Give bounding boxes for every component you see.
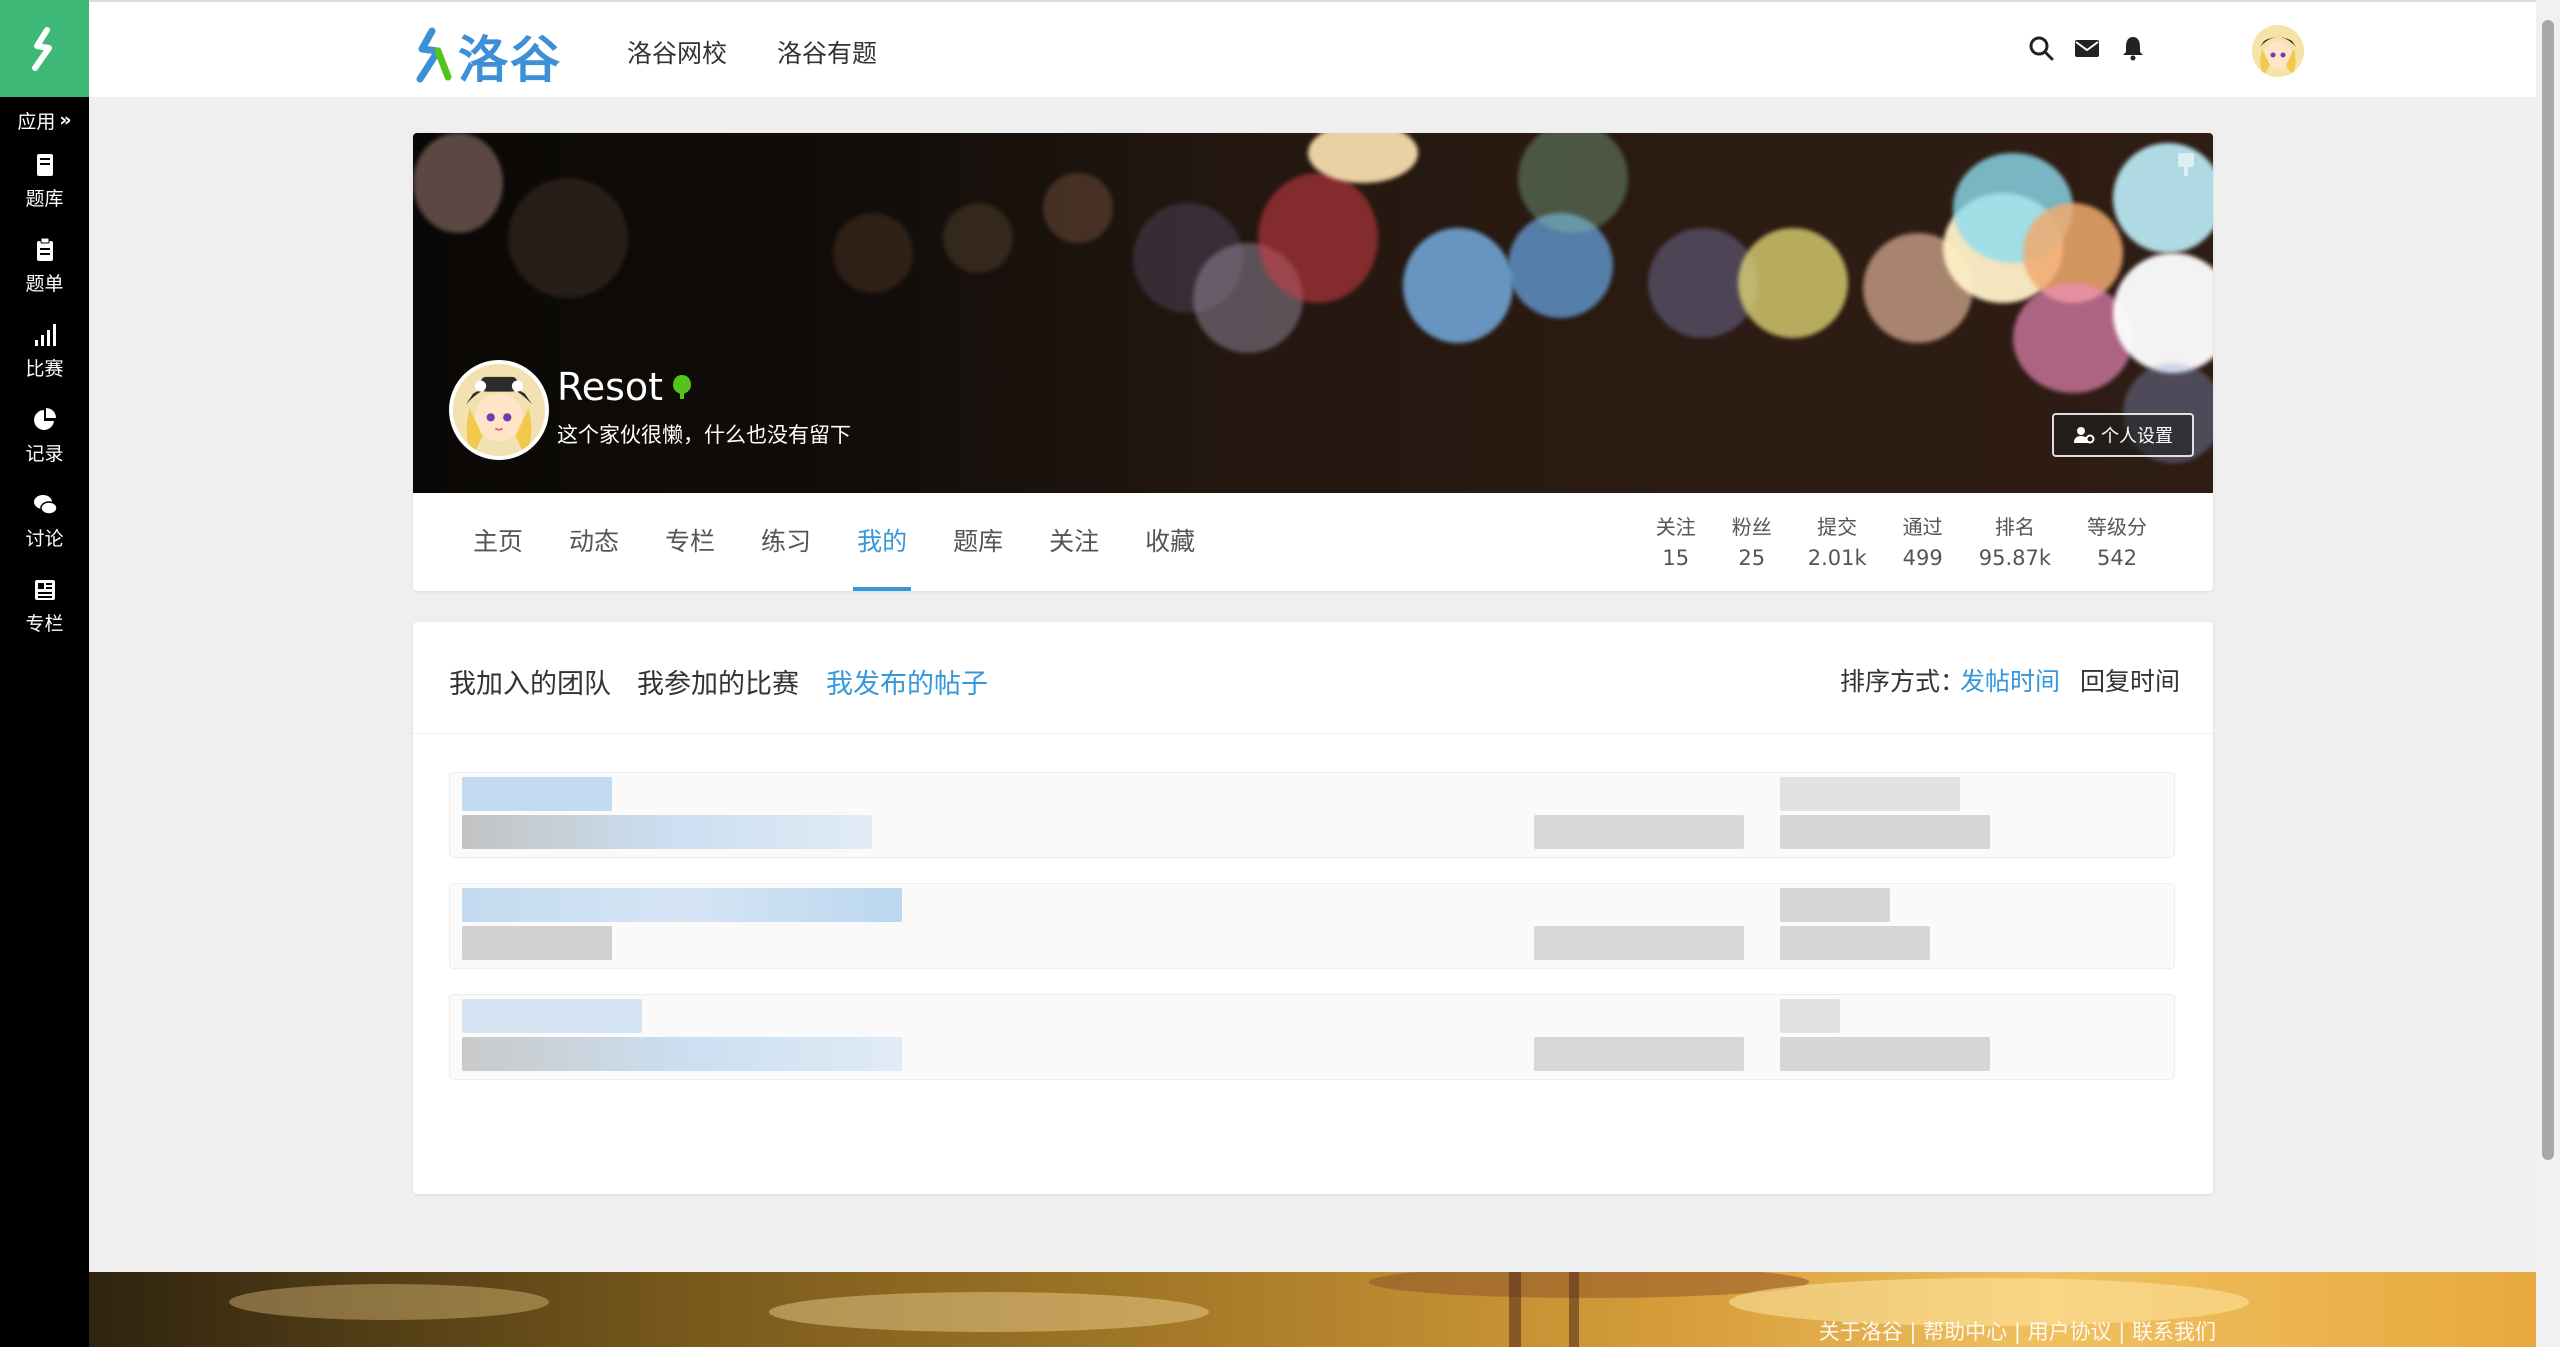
bar-chart-icon xyxy=(34,324,56,346)
nav-link-online-school[interactable]: 洛谷网校 xyxy=(627,34,727,70)
nav-link-youti[interactable]: 洛谷有题 xyxy=(777,34,877,70)
stat-submissions: 提交 2.01k xyxy=(1790,511,1885,570)
profile-stats: 关注 15 粉丝 25 提交 2.01k 通过 499 排名 95.87k 等级… xyxy=(1638,511,2165,570)
book-icon xyxy=(36,154,53,176)
stat-following[interactable]: 关注 15 xyxy=(1638,511,1714,570)
profile-signature: 这个家伙很懒，什么也没有留下 xyxy=(557,423,851,447)
user-avatar-menu[interactable] xyxy=(2252,25,2304,77)
stat-label: 排名 xyxy=(1994,515,2035,539)
luogu-mark-icon xyxy=(416,27,452,83)
pie-chart-icon xyxy=(33,408,56,430)
tab-problemset[interactable]: 题库 xyxy=(953,493,1003,591)
site-logo-text: 洛谷 xyxy=(458,31,562,89)
sort-by-post-time[interactable]: 发帖时间 xyxy=(1960,662,2060,698)
bell-icon[interactable] xyxy=(2119,34,2147,62)
stat-value: 542 xyxy=(2096,546,2138,570)
my-content-card: 我加入的团队 我参加的比赛 我发布的帖子 排序方式： 发帖时间 回复时间 xyxy=(413,622,2213,1194)
stat-value: 95.87k xyxy=(1978,546,2051,570)
tab-columns[interactable]: 专栏 xyxy=(665,493,715,591)
stat-value: 15 xyxy=(1662,546,1690,570)
pin-icon[interactable] xyxy=(2175,151,2197,177)
tab-my-teams[interactable]: 我加入的团队 xyxy=(449,662,611,701)
footer: 关于洛谷 | 帮助中心 | 用户协议 | 联系我们 xyxy=(89,1272,2536,1347)
stat-accepted: 通过 499 xyxy=(1885,511,1961,570)
profile-tabs: 主页 动态 专栏 练习 我的 题库 关注 收藏 xyxy=(473,493,1241,591)
stat-label: 提交 xyxy=(1817,515,1858,539)
sidebar-item-discuss[interactable]: 讨论 xyxy=(0,492,89,572)
profile-avatar xyxy=(449,360,549,460)
tab-following[interactable]: 关注 xyxy=(1049,493,1099,591)
stat-followers[interactable]: 粉丝 25 xyxy=(1714,511,1790,570)
tab-practice[interactable]: 练习 xyxy=(761,493,811,591)
mail-icon[interactable] xyxy=(2073,34,2101,62)
tab-mine[interactable]: 我的 xyxy=(853,493,912,591)
newspaper-icon xyxy=(34,580,55,600)
sidebar-item-problem-lists[interactable]: 题单 xyxy=(0,237,89,317)
profile-banner: Resot 这个家伙很懒，什么也没有留下 个人设置 xyxy=(413,133,2213,493)
green-badge-icon[interactable] xyxy=(671,373,693,401)
sidebar-item-contests[interactable]: 比赛 xyxy=(0,322,89,402)
username-text: Resot xyxy=(557,365,664,409)
sidebar-item-label: 题单 xyxy=(25,273,64,295)
stat-value: 2.01k xyxy=(1807,546,1867,570)
personal-settings-label: 个人设置 xyxy=(2101,426,2173,447)
profile-username: Resot xyxy=(557,365,693,409)
sidebar-item-label: 题库 xyxy=(25,188,64,210)
luogu-logo-icon[interactable] xyxy=(0,0,89,97)
tab-home[interactable]: 主页 xyxy=(473,493,523,591)
clipboard-icon xyxy=(36,237,53,261)
stat-value: 499 xyxy=(1902,546,1943,570)
post-list-item[interactable] xyxy=(449,883,2175,969)
comments-icon xyxy=(33,495,58,515)
tab-my-posts[interactable]: 我发布的帖子 xyxy=(826,662,988,701)
stat-label: 等级分 xyxy=(2087,515,2147,539)
left-sidebar: 应用 » 题库 题单 比赛 记录 讨论 专栏 xyxy=(0,0,89,1347)
scrollbar-thumb[interactable] xyxy=(2542,20,2554,1160)
sidebar-item-problems[interactable]: 题库 xyxy=(0,152,89,232)
sidebar-item-columns[interactable]: 专栏 xyxy=(0,577,89,657)
sort-by-reply-time[interactable]: 回复时间 xyxy=(2080,662,2180,698)
sidebar-item-records[interactable]: 记录 xyxy=(0,407,89,487)
sidebar-item-label: 记录 xyxy=(25,443,64,465)
profile-card: Resot 这个家伙很懒，什么也没有留下 个人设置 主页 动态 专栏 练习 我的… xyxy=(413,133,2213,591)
tab-favorites[interactable]: 收藏 xyxy=(1145,493,1195,591)
user-gear-icon xyxy=(2074,427,2095,444)
stat-value: 25 xyxy=(1738,546,1766,570)
stat-ranking: 排名 95.87k xyxy=(1961,511,2069,570)
page-scrollbar[interactable] xyxy=(2536,0,2560,1347)
search-icon[interactable] xyxy=(2027,34,2055,62)
stat-rating: 等级分 542 xyxy=(2069,511,2165,570)
sidebar-apps-label: 应用 xyxy=(17,110,56,133)
tab-my-contests[interactable]: 我参加的比赛 xyxy=(637,662,799,701)
stat-label: 通过 xyxy=(1902,515,1943,539)
site-logo[interactable]: 洛谷 xyxy=(410,20,562,92)
tab-activity[interactable]: 动态 xyxy=(569,493,619,591)
post-list-item[interactable] xyxy=(449,994,2175,1080)
post-list-item[interactable] xyxy=(449,772,2175,858)
top-header: 洛谷 洛谷网校 洛谷有题 xyxy=(89,0,2536,97)
personal-settings-button[interactable]: 个人设置 xyxy=(2052,413,2194,457)
content-tabs-bar: 我加入的团队 我参加的比赛 我发布的帖子 排序方式： 发帖时间 回复时间 xyxy=(413,622,2213,734)
sidebar-apps-toggle[interactable]: 应用 » xyxy=(0,104,89,136)
sidebar-item-label: 讨论 xyxy=(25,528,64,550)
double-chevron-right-icon: » xyxy=(59,109,72,131)
sidebar-item-label: 专栏 xyxy=(25,613,64,635)
sort-label: 排序方式： xyxy=(1840,667,1966,696)
stat-label: 粉丝 xyxy=(1731,515,1772,539)
footer-links[interactable]: 关于洛谷 | 帮助中心 | 用户协议 | 联系我们 xyxy=(1819,1316,2216,1346)
sidebar-item-label: 比赛 xyxy=(25,358,64,380)
stat-label: 关注 xyxy=(1655,515,1696,539)
